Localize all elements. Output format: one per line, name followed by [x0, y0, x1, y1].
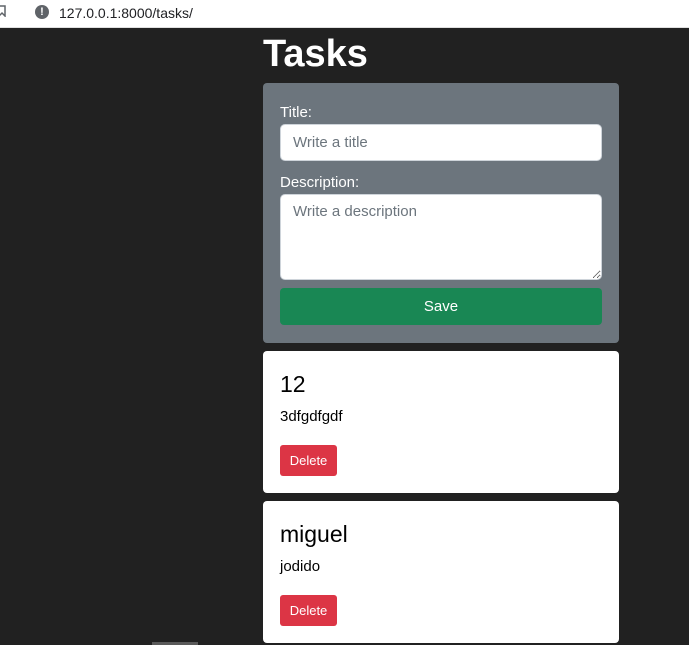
site-info-icon[interactable]: ! — [35, 5, 49, 19]
url-text[interactable]: 127.0.0.1:8000/tasks/ — [59, 4, 193, 22]
title-label: Title: — [280, 104, 312, 121]
task-form: Title: Description: Save — [263, 83, 619, 343]
task-description: jodido — [280, 558, 321, 575]
bookmark-icon[interactable] — [0, 5, 6, 17]
description-input[interactable] — [280, 194, 602, 280]
save-button[interactable]: Save — [280, 288, 602, 325]
delete-button[interactable]: Delete — [280, 445, 337, 476]
task-description: 3dfgdfgdf — [280, 408, 343, 425]
delete-button[interactable]: Delete — [280, 595, 337, 626]
description-label: Description: — [280, 174, 360, 191]
task-card: miguel jodido Delete — [263, 501, 619, 643]
task-title: 12 — [280, 371, 306, 397]
task-card: 12 3dfgdfgdf Delete — [263, 351, 619, 493]
page-title: Tasks — [263, 33, 368, 75]
title-input[interactable] — [280, 124, 602, 161]
browser-address-bar: ! 127.0.0.1:8000/tasks/ — [0, 0, 689, 28]
task-title: miguel — [280, 521, 348, 547]
